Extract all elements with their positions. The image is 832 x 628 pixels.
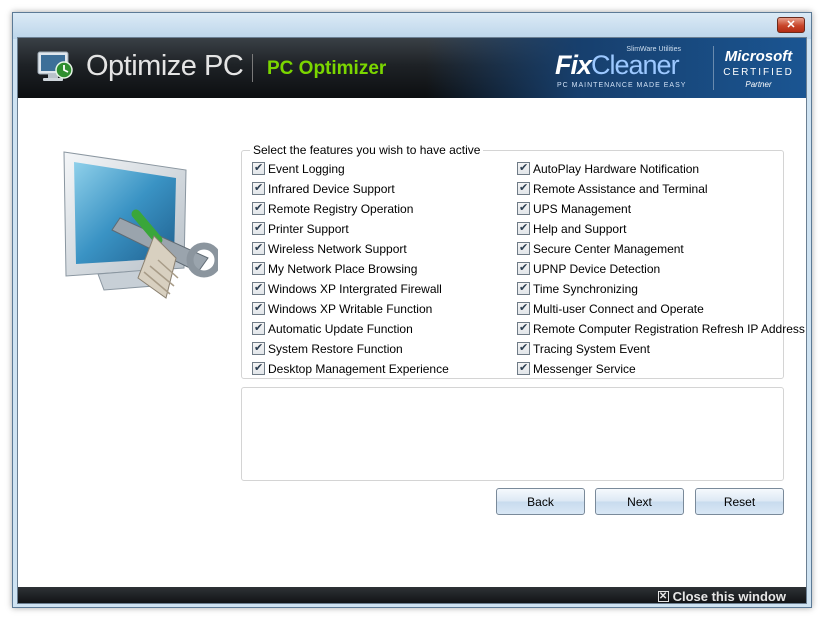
feature-checkbox[interactable]: Windows XP Writable Function xyxy=(252,301,432,316)
feature-label: Event Logging xyxy=(268,161,345,176)
feature-label: Remote Assistance and Terminal xyxy=(533,181,708,196)
feature-label: Secure Center Management xyxy=(533,241,684,256)
checkbox-icon[interactable] xyxy=(517,201,530,215)
feature-checkbox[interactable]: Secure Center Management xyxy=(517,241,684,256)
ms-certified: CERTIFIED xyxy=(723,67,794,78)
checkbox-icon[interactable] xyxy=(252,361,265,375)
app-window: ✕ Optimize PC PC Optimizer SlimWare Util… xyxy=(12,12,812,608)
title-separator xyxy=(252,54,253,82)
reset-button[interactable]: Reset xyxy=(695,488,784,515)
feature-label: Windows XP Intergrated Firewall xyxy=(268,281,442,296)
app-subtitle: PC Optimizer xyxy=(267,58,387,79)
brand-fix: Fix xyxy=(555,50,592,80)
features-group: Select the features you wish to have act… xyxy=(241,143,805,379)
title-bar: ✕ xyxy=(13,13,811,39)
feature-label: Wireless Network Support xyxy=(268,241,407,256)
content-area: Optimize PC PC Optimizer SlimWare Utilit… xyxy=(17,37,807,604)
feature-checkbox[interactable]: Infrared Device Support xyxy=(252,181,395,196)
feature-label: Time Synchronizing xyxy=(533,281,638,296)
microsoft-certified-logo: Microsoft CERTIFIED Partner xyxy=(713,46,803,90)
feature-label: UPNP Device Detection xyxy=(533,261,661,276)
feature-label: Remote Computer Registration Refresh IP … xyxy=(533,321,805,336)
checkbox-icon[interactable] xyxy=(252,181,265,195)
checkbox-icon[interactable] xyxy=(517,361,530,375)
checkbox-icon[interactable] xyxy=(517,261,530,275)
checkbox-icon[interactable] xyxy=(252,161,265,175)
feature-checkbox[interactable]: Time Synchronizing xyxy=(517,281,638,296)
feature-label: UPS Management xyxy=(533,201,632,216)
feature-checkbox[interactable]: Messenger Service xyxy=(517,361,636,376)
checkbox-icon[interactable] xyxy=(517,241,530,255)
checkbox-icon[interactable] xyxy=(517,161,530,175)
checkbox-icon[interactable] xyxy=(517,181,530,195)
feature-checkbox[interactable]: AutoPlay Hardware Notification xyxy=(517,161,699,176)
feature-checkbox[interactable]: Multi-user Connect and Operate xyxy=(517,301,704,316)
feature-checkbox[interactable]: Printer Support xyxy=(252,221,349,236)
feature-label: Desktop Management Experience xyxy=(268,361,449,376)
checkbox-icon[interactable] xyxy=(252,321,265,335)
app-title: Optimize PC xyxy=(86,50,244,82)
close-window-label: Close this window xyxy=(672,589,786,604)
brand-cleaner: Cleaner xyxy=(591,50,680,80)
feature-label: Printer Support xyxy=(268,221,349,236)
checkbox-icon[interactable] xyxy=(517,341,530,355)
feature-checkbox[interactable]: System Restore Function xyxy=(252,341,403,356)
feature-checkbox[interactable]: UPNP Device Detection xyxy=(517,261,660,276)
checkbox-icon[interactable] xyxy=(252,261,265,275)
feature-label: Multi-user Connect and Operate xyxy=(533,301,704,316)
back-button[interactable]: Back xyxy=(496,488,585,515)
feature-label: Help and Support xyxy=(533,221,627,236)
next-button[interactable]: Next xyxy=(595,488,684,515)
monitor-tools-illustration xyxy=(63,151,218,299)
feature-checkbox[interactable]: Wireless Network Support xyxy=(252,241,407,256)
checkbox-icon[interactable] xyxy=(517,221,530,235)
checkbox-icon[interactable] xyxy=(252,201,265,215)
checkbox-icon[interactable] xyxy=(517,321,530,335)
checkbox-icon[interactable] xyxy=(252,221,265,235)
ms-partner: Partner xyxy=(745,80,772,89)
feature-label: Messenger Service xyxy=(533,361,636,376)
header-banner: Optimize PC PC Optimizer SlimWare Utilit… xyxy=(18,38,806,98)
feature-checkbox[interactable]: My Network Place Browsing xyxy=(252,261,417,276)
feature-label: Infrared Device Support xyxy=(268,181,395,196)
feature-checkbox[interactable]: Automatic Update Function xyxy=(252,321,413,336)
feature-checkbox[interactable]: Remote Computer Registration Refresh IP … xyxy=(517,321,805,336)
checkbox-icon[interactable] xyxy=(252,281,265,295)
checkbox-icon[interactable] xyxy=(252,301,265,315)
brand-tagline: PC MAINTENANCE MADE EASY xyxy=(557,82,687,89)
checkbox-icon[interactable] xyxy=(517,301,530,315)
ms-name: Microsoft xyxy=(724,48,793,65)
feature-label: AutoPlay Hardware Notification xyxy=(533,161,700,176)
feature-label: Windows XP Writable Function xyxy=(268,301,433,316)
feature-checkbox[interactable]: Remote Assistance and Terminal xyxy=(517,181,708,196)
description-box xyxy=(241,387,784,481)
close-window-link[interactable]: ✕ Close this window xyxy=(657,589,786,604)
feature-checkbox[interactable]: Help and Support xyxy=(517,221,626,236)
feature-label: Tracing System Event xyxy=(533,341,650,356)
feature-checkbox[interactable]: Event Logging xyxy=(252,161,345,176)
checkbox-icon[interactable] xyxy=(517,281,530,295)
feature-checkbox[interactable]: Remote Registry Operation xyxy=(252,201,413,216)
feature-label: System Restore Function xyxy=(268,341,403,356)
brand-name: FixCleaner xyxy=(555,50,680,81)
fixcleaner-logo: SlimWare Utilities FixCleaner PC MAINTEN… xyxy=(555,46,687,89)
window-close-button[interactable]: ✕ xyxy=(777,17,805,33)
close-icon: ✕ xyxy=(657,591,669,602)
feature-checkbox[interactable]: Windows XP Intergrated Firewall xyxy=(252,281,442,296)
features-legend: Select the features you wish to have act… xyxy=(250,143,484,157)
app-monitor-icon xyxy=(37,51,73,81)
feature-label: Automatic Update Function xyxy=(268,321,413,336)
checkbox-icon[interactable] xyxy=(252,241,265,255)
feature-checkbox[interactable]: UPS Management xyxy=(517,201,631,216)
feature-checkbox[interactable]: Tracing System Event xyxy=(517,341,650,356)
feature-label: My Network Place Browsing xyxy=(268,261,418,276)
checkbox-icon[interactable] xyxy=(252,341,265,355)
feature-label: Remote Registry Operation xyxy=(268,201,414,216)
feature-checkbox[interactable]: Desktop Management Experience xyxy=(252,361,449,376)
